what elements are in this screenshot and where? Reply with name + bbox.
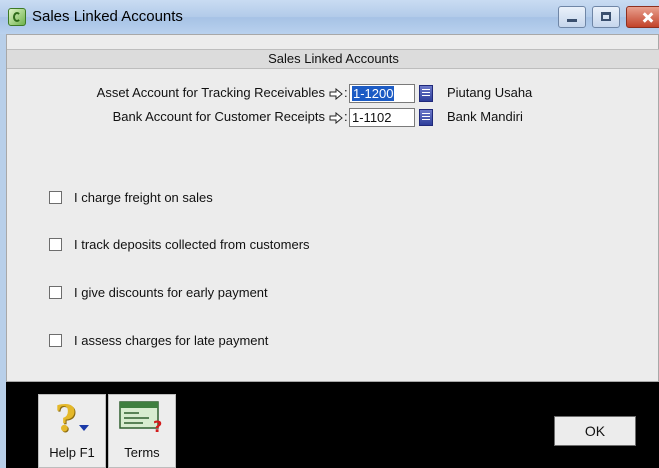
help-button[interactable]: ? Help F1 [38, 394, 106, 468]
dropdown-arrow-icon [79, 425, 89, 431]
receivables-row: Asset Account for Tracking Receivables [7, 83, 325, 103]
receivables-account-value: 1-1200 [352, 86, 395, 101]
bottom-toolbar: ? Help F1 ? Terms OK [6, 382, 659, 468]
bank-list-icon[interactable] [419, 109, 433, 126]
track-deposits-label: I track deposits collected from customer… [74, 237, 310, 252]
terms-button[interactable]: ? Terms [108, 394, 176, 468]
receivables-account-input[interactable]: 1-1200 [349, 84, 415, 103]
receivables-label-text: Asset Account for Tracking Receivables [96, 85, 325, 100]
receivables-account-name: Piutang Usaha [447, 85, 533, 100]
help-label: Help F1 [49, 445, 95, 460]
receivables-list-icon[interactable] [419, 85, 433, 102]
charge-freight-checkbox[interactable] [49, 191, 62, 204]
late-charges-checkbox[interactable] [49, 334, 62, 347]
bank-label-text: Bank Account for Customer Receipts [112, 109, 325, 124]
ok-button[interactable]: OK [554, 416, 636, 446]
dialog-header: Sales Linked Accounts [7, 49, 659, 69]
arrow-right-icon[interactable] [329, 88, 343, 100]
terms-label: Terms [124, 445, 160, 460]
late-charges-label: I assess charges for late payment [74, 333, 269, 348]
title-bar: Sales Linked Accounts [0, 0, 659, 35]
help-icon: ? [55, 398, 77, 440]
dialog-body: Sales Linked Accounts Asset Account for … [6, 34, 659, 382]
early-discount-checkbox[interactable] [49, 286, 62, 299]
maximize-button[interactable] [592, 6, 620, 28]
close-button[interactable] [626, 6, 659, 28]
arrow-right-icon[interactable] [329, 112, 343, 124]
terms-icon: ? [119, 401, 162, 433]
window-title: Sales Linked Accounts [32, 8, 183, 25]
bank-account-value: 1-1102 [352, 110, 392, 125]
bank-account-name: Bank Mandiri [447, 109, 523, 124]
app-icon [8, 8, 26, 26]
bank-account-input[interactable]: 1-1102 [349, 108, 415, 127]
bank-row: Bank Account for Customer Receipts [7, 107, 325, 127]
svg-text:?: ? [153, 417, 162, 433]
receivables-label: Asset Account for Tracking Receivables [97, 83, 325, 103]
minimize-button[interactable] [558, 6, 586, 28]
early-discount-label: I give discounts for early payment [74, 285, 268, 300]
charge-freight-label: I charge freight on sales [74, 190, 213, 205]
bank-label: Bank Account for Customer Receipts [113, 107, 325, 127]
track-deposits-checkbox[interactable] [49, 238, 62, 251]
